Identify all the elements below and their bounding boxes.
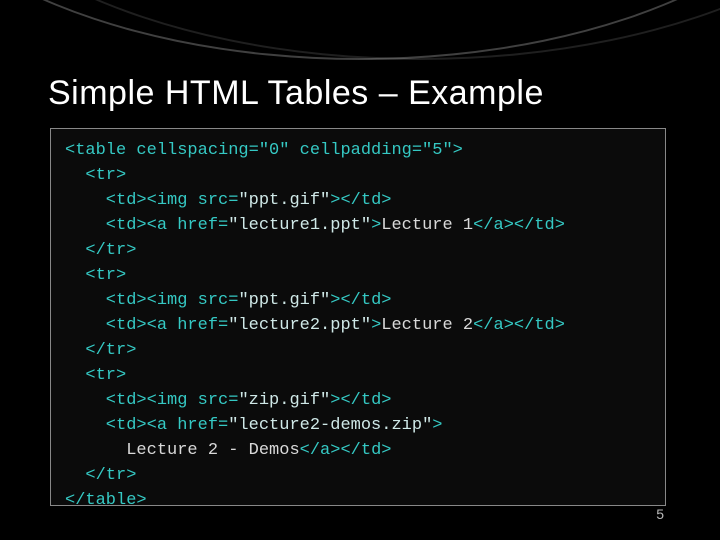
code-line: <td><img src= — [65, 391, 238, 410]
code-line: <td><img src= — [65, 191, 238, 210]
code-line: <td><a href= — [65, 416, 228, 435]
code-line: <tr> — [65, 366, 126, 385]
code-block: <table cellspacing="0" cellpadding="5"> … — [50, 128, 666, 506]
code-line: </tr> — [65, 466, 136, 485]
code-line: <td><img src= — [65, 291, 238, 310]
code-line: <td><a href= — [65, 216, 228, 235]
code-line: </tr> — [65, 341, 136, 360]
code-line: <tr> — [65, 266, 126, 285]
decorative-arc — [0, 0, 720, 60]
code-content: <table cellspacing="0" cellpadding="5"> … — [65, 139, 651, 514]
code-line: <td><a href= — [65, 316, 228, 335]
code-line — [65, 441, 126, 460]
code-line: <table cellspacing="0" cellpadding="5"> — [65, 141, 463, 160]
slide-title: Simple HTML Tables – Example — [48, 74, 544, 113]
code-line: </table> — [65, 491, 147, 510]
code-line: </tr> — [65, 241, 136, 260]
decorative-arc — [0, 0, 720, 60]
code-line: <tr> — [65, 166, 126, 185]
page-number: 5 — [656, 506, 664, 522]
